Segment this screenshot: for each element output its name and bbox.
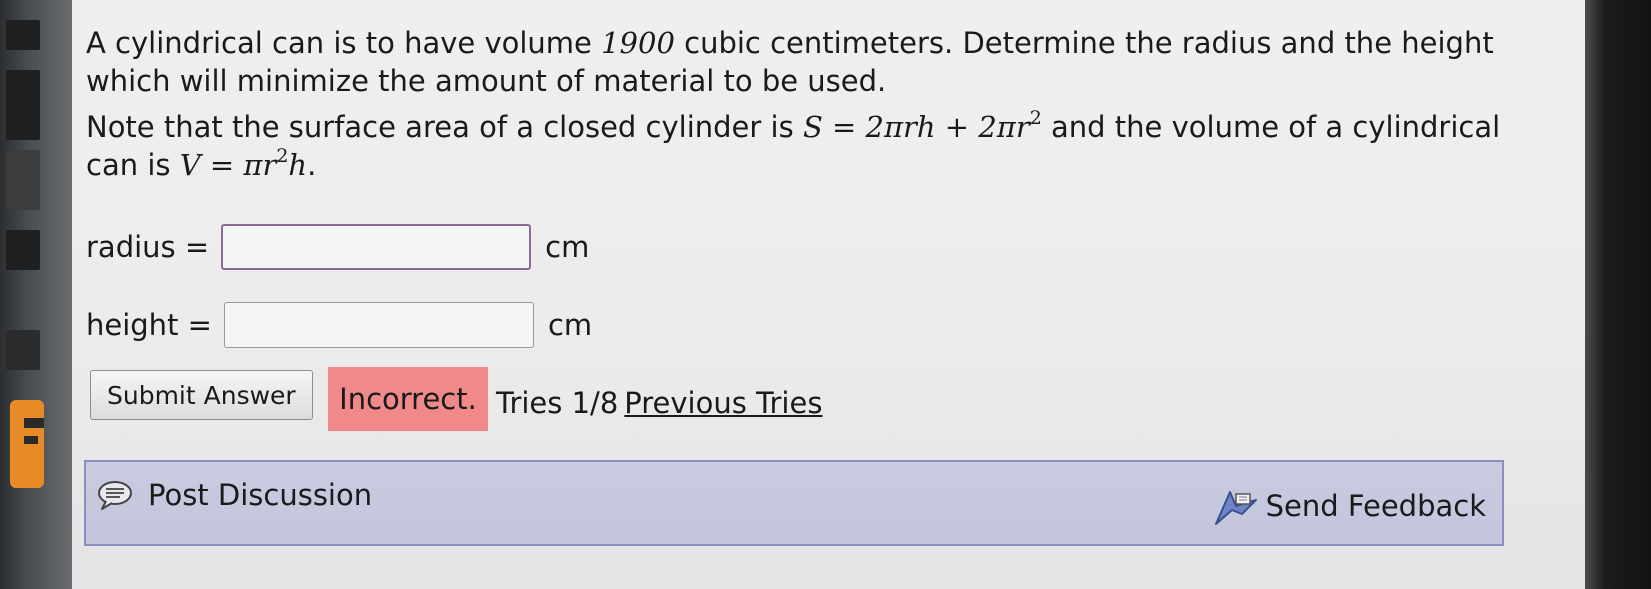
submit-answer-button[interactable]: Submit Answer <box>90 370 313 420</box>
tries-count: Tries 1/8 <box>496 386 619 420</box>
volume-formula: V = πr2h <box>179 145 308 183</box>
question-text: A cylindrical can is to have volume 1900… <box>86 24 1526 184</box>
background-block <box>6 150 40 210</box>
height-input[interactable] <box>223 302 534 348</box>
radius-input[interactable] <box>221 224 532 270</box>
question-note: Note that the surface area of a closed c… <box>86 107 1501 183</box>
speech-bubble-icon <box>96 479 134 511</box>
volume-value: 1900 <box>601 26 675 60</box>
height-unit: cm <box>547 308 593 342</box>
radius-row: radius = cm <box>86 224 589 270</box>
surface-area-formula: S = 2πrh + 2πr2 <box>802 107 1042 145</box>
post-discussion-button[interactable]: Post Discussion <box>96 478 372 512</box>
background-block <box>6 330 40 370</box>
background-orange-block <box>10 400 44 488</box>
background-right-edge <box>1585 0 1651 589</box>
height-row: height = cm <box>86 302 592 348</box>
discussion-bar: Post Discussion Send Feedback <box>84 460 1504 546</box>
radius-label: radius = <box>86 230 210 264</box>
feedback-arrow-icon <box>1212 484 1260 528</box>
radius-unit: cm <box>545 230 590 264</box>
send-feedback-label: Send Feedback <box>1265 489 1486 523</box>
background-block <box>6 70 40 140</box>
background-block <box>6 230 40 270</box>
tries-info: Tries 1/8 Previous Tries <box>496 386 822 420</box>
post-discussion-label: Post Discussion <box>148 478 373 512</box>
height-label: height = <box>86 308 212 342</box>
background-block <box>6 20 40 50</box>
background-left-edge <box>0 0 72 589</box>
problem-page: A cylindrical can is to have volume 1900… <box>72 0 1585 589</box>
question-statement: A cylindrical can is to have volume 1900… <box>86 26 1494 98</box>
incorrect-status-badge: Incorrect. <box>328 367 488 431</box>
previous-tries-link[interactable]: Previous Tries <box>624 386 822 420</box>
send-feedback-button[interactable]: Send Feedback <box>1212 484 1486 528</box>
